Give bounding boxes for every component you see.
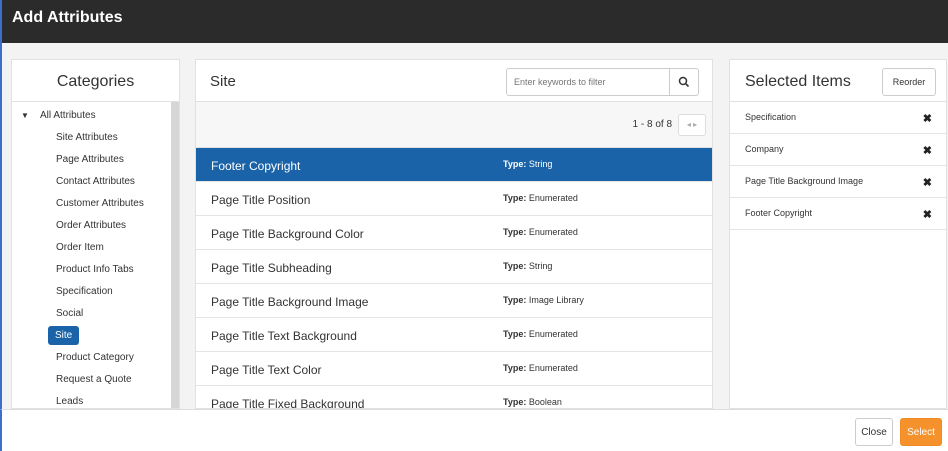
category-item[interactable]: Site Attributes [12, 127, 172, 149]
attributes-list: Footer Copyright Type: String Page Title… [196, 148, 712, 409]
selected-item-label: Footer Copyright [745, 208, 813, 218]
pager-buttons[interactable]: ◂ ▸ [678, 114, 706, 136]
category-item[interactable]: Product Category [12, 347, 172, 369]
close-button[interactable]: Close [855, 418, 893, 446]
selected-item: Footer Copyright ✖ [730, 198, 946, 230]
dialog-body: Categories ▼ All Attributes Site Attribu… [0, 43, 948, 409]
category-item[interactable]: Order Item [12, 237, 172, 259]
attribute-type: Type: Enumerated [503, 193, 578, 203]
attribute-type: Type: Enumerated [503, 363, 578, 373]
category-item[interactable]: Social [12, 303, 172, 325]
category-label: Customer Attributes [56, 198, 144, 209]
attribute-name: Footer Copyright [211, 159, 301, 173]
attribute-name: Page Title Background Color [211, 227, 364, 241]
dialog-footer: Close Select [0, 409, 948, 451]
category-item[interactable]: Page Attributes [12, 149, 172, 171]
caret-down-icon[interactable]: ▼ [21, 105, 29, 127]
category-item[interactable]: Contact Attributes [12, 171, 172, 193]
attribute-row[interactable]: Page Title Text Background Type: Enumera… [196, 318, 712, 352]
attribute-row[interactable]: Page Title Position Type: Enumerated [196, 182, 712, 216]
category-item[interactable]: Product Info Tabs [12, 259, 172, 281]
attributes-title: Site [210, 73, 236, 90]
selected-item-label: Specification [745, 112, 797, 122]
attribute-name: Page Title Text Background [211, 329, 357, 343]
category-item[interactable]: Leads [12, 391, 172, 408]
tree-root-all-attributes[interactable]: ▼ All Attributes [12, 105, 172, 127]
attribute-row-selected[interactable]: Footer Copyright Type: String [196, 148, 712, 182]
categories-tree: ▼ All Attributes Site Attributes Page At… [12, 105, 172, 408]
chevron-right-icon[interactable]: ▸ [693, 120, 697, 129]
categories-scrollbar[interactable] [171, 102, 179, 408]
attributes-header: Site [196, 60, 712, 102]
remove-icon[interactable]: ✖ [923, 176, 932, 189]
category-label: Order Item [56, 242, 104, 253]
attribute-row[interactable]: Page Title Text Color Type: Enumerated [196, 352, 712, 386]
category-item[interactable]: Request a Quote [12, 369, 172, 391]
selected-item: Page Title Background Image ✖ [730, 166, 946, 198]
chevron-left-icon[interactable]: ◂ [687, 120, 691, 129]
select-button[interactable]: Select [900, 418, 942, 446]
category-label: Product Info Tabs [56, 264, 134, 275]
category-label: Specification [56, 286, 113, 297]
selected-items-panel: Selected Items Reorder Specification ✖ C… [729, 59, 947, 409]
category-label: Social [56, 308, 84, 319]
filter-input[interactable] [506, 68, 670, 96]
pager-text: 1 - 8 of 8 [632, 119, 672, 130]
category-label: Contact Attributes [56, 176, 135, 187]
category-item[interactable]: Customer Attributes [12, 193, 172, 215]
dialog-titlebar: Add Attributes [0, 0, 948, 43]
attribute-type: Type: Enumerated [503, 329, 578, 339]
category-item[interactable]: Order Attributes [12, 215, 172, 237]
attribute-type: Type: Boolean [503, 397, 562, 407]
categories-panel: Categories ▼ All Attributes Site Attribu… [11, 59, 180, 409]
attribute-row[interactable]: Page Title Fixed Background Type: Boolea… [196, 386, 712, 409]
categories-header: Categories [12, 60, 179, 102]
attribute-type: Type: String [503, 261, 553, 271]
attribute-name: Page Title Text Color [211, 363, 322, 377]
attribute-type: Type: Image Library [503, 295, 584, 305]
category-label: Order Attributes [56, 220, 127, 231]
category-label: Site Attributes [56, 132, 118, 143]
category-label: Request a Quote [56, 374, 132, 385]
category-item[interactable]: Specification [12, 281, 172, 303]
attribute-name: Page Title Position [211, 193, 311, 207]
attribute-row[interactable]: Page Title Background Image Type: Image … [196, 284, 712, 318]
category-item-active[interactable]: Site [12, 325, 172, 347]
search-icon [678, 76, 690, 88]
category-label: Site [48, 326, 80, 345]
pager-bar: 1 - 8 of 8 ◂ ▸ [196, 102, 712, 148]
attribute-name: Page Title Fixed Background [211, 397, 365, 409]
attribute-name: Page Title Background Image [211, 295, 369, 309]
selected-item: Specification ✖ [730, 102, 946, 134]
selected-item: Company ✖ [730, 134, 946, 166]
attribute-row[interactable]: Page Title Background Color Type: Enumer… [196, 216, 712, 250]
remove-icon[interactable]: ✖ [923, 144, 932, 157]
attribute-row[interactable]: Page Title Subheading Type: String [196, 250, 712, 284]
tree-root-label: All Attributes [40, 110, 96, 121]
selected-item-label: Page Title Background Image [745, 176, 864, 186]
attribute-type: Type: Enumerated [503, 227, 578, 237]
dialog-title: Add Attributes [12, 9, 123, 26]
selected-item-label: Company [745, 144, 784, 154]
remove-icon[interactable]: ✖ [923, 208, 932, 221]
search-button[interactable] [669, 68, 699, 96]
attribute-name: Page Title Subheading [211, 261, 332, 275]
category-label: Product Category [56, 352, 134, 363]
reorder-button[interactable]: Reorder [882, 68, 936, 96]
attributes-panel: Site 1 - 8 of 8 ◂ ▸ Footer Copyright Typ… [195, 59, 713, 409]
attribute-type: Type: String [503, 159, 553, 169]
category-label: Page Attributes [56, 154, 124, 165]
selected-items-title: Selected Items [745, 73, 851, 90]
selected-items-header: Selected Items Reorder [730, 60, 946, 102]
category-label: Leads [56, 396, 84, 407]
remove-icon[interactable]: ✖ [923, 112, 932, 125]
